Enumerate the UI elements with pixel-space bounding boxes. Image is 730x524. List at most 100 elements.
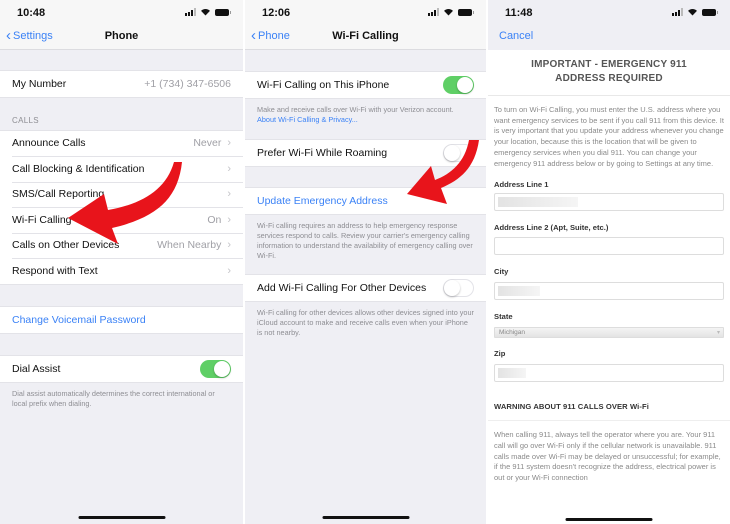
link-label: Update Emergency Address	[257, 195, 388, 207]
home-indicator[interactable]	[565, 518, 653, 521]
row-label: My Number	[12, 77, 67, 90]
nav-bar: Cancel	[488, 24, 730, 50]
dial-assist-note: Dial assist automatically determines the…	[12, 388, 215, 408]
cellular-signal-icon	[672, 8, 683, 16]
settings-row-call-blocking[interactable]: Call Blocking & Identification ›	[0, 156, 243, 182]
chevron-right-icon: ›	[227, 137, 231, 150]
nav-bar: ‹ Phone Wi-Fi Calling	[245, 24, 486, 50]
address2-label: Address Line 2 (Apt, Suite, etc.)	[494, 223, 609, 233]
my-number-row[interactable]: My Number +1 (734) 347-6506	[0, 71, 243, 97]
status-time: 11:48	[505, 7, 533, 19]
link-label: Change Voicemail Password	[12, 313, 146, 326]
cellular-signal-icon	[428, 8, 439, 16]
about-wifi-calling-link[interactable]: About Wi-Fi Calling & Privacy...	[257, 115, 474, 125]
dropdown-caret-icon: ▾	[716, 330, 720, 337]
status-bar: 10:48	[0, 0, 243, 24]
home-indicator[interactable]	[322, 516, 409, 519]
battery-icon	[215, 8, 231, 16]
zip-input[interactable]	[494, 364, 724, 383]
change-voicemail-password-link[interactable]: Change Voicemail Password	[0, 307, 243, 333]
battery-icon	[702, 8, 718, 16]
phone-settings-screen: 10:48 ‹ Settings Phone My Number +1 (734…	[0, 0, 243, 524]
wifi-calling-screen: 12:06 ‹ Phone Wi-Fi Calling Wi-Fi Callin…	[245, 0, 486, 524]
wifi-calling-note: Make and receive calls over Wi-Fi with y…	[245, 99, 486, 125]
row-label: Calls on Other Devices	[12, 239, 120, 252]
prefer-roaming-group: Prefer Wi-Fi While Roaming	[245, 139, 486, 167]
page-title: Wi-Fi Calling	[332, 30, 399, 42]
city-input[interactable]	[494, 282, 724, 301]
row-label: Prefer Wi-Fi While Roaming	[257, 147, 388, 159]
row-value: Never	[193, 137, 222, 150]
state-select[interactable]: Michigan ▾	[494, 327, 724, 339]
row-label: Wi-Fi Calling on This iPhone	[257, 79, 390, 91]
address1-label: Address Line 1	[494, 180, 549, 190]
update-address-note: Wi-Fi calling requires an address to hel…	[257, 221, 473, 260]
intro-text: To turn on Wi-Fi Calling, you must enter…	[494, 105, 724, 168]
calls-group: Announce Calls Never › Call Blocking & I…	[0, 129, 243, 285]
my-number-group: My Number +1 (734) 347-6506	[0, 70, 243, 98]
dial-assist-group: Dial Assist	[0, 354, 243, 383]
city-label: City	[494, 267, 509, 277]
redacted-value	[498, 286, 540, 297]
home-indicator[interactable]	[78, 516, 165, 519]
wifi-calling-iphone-row: Wi-Fi Calling on This iPhone	[245, 72, 486, 98]
settings-row-sms-call-reporting[interactable]: SMS/Call Reporting ›	[0, 181, 243, 208]
row-label: Announce Calls	[12, 137, 86, 150]
warning-heading: WARNING ABOUT 911 CALLS OVER Wi-Fi	[488, 393, 730, 422]
chevron-right-icon: ›	[227, 188, 231, 201]
address1-input[interactable]	[494, 193, 724, 212]
note-text: Make and receive calls over Wi-Fi with y…	[257, 105, 454, 114]
other-devices-group: Add Wi-Fi Calling For Other Devices	[245, 274, 486, 302]
chevron-right-icon: ›	[227, 162, 231, 175]
battery-icon	[458, 8, 474, 16]
dial-assist-row: Dial Assist	[0, 356, 243, 382]
chevron-right-icon: ›	[227, 264, 231, 277]
status-time: 12:06	[262, 7, 291, 19]
prefer-wifi-roaming-toggle[interactable]	[443, 144, 474, 162]
wifi-icon	[688, 8, 697, 16]
state-selected-value: Michigan	[499, 329, 526, 337]
wifi-calling-toggle[interactable]	[443, 76, 474, 94]
other-devices-toggle[interactable]	[443, 279, 474, 297]
zip-label: Zip	[494, 349, 506, 359]
row-label: SMS/Call Reporting	[12, 188, 105, 201]
status-bar: 11:48	[488, 0, 730, 24]
address2-input[interactable]	[494, 237, 724, 256]
chevron-right-icon: ›	[227, 213, 231, 226]
voicemail-group: Change Voicemail Password	[0, 305, 243, 334]
redacted-value	[498, 197, 578, 208]
settings-row-announce-calls[interactable]: Announce Calls Never ›	[0, 131, 243, 157]
page-title: IMPORTANT - EMERGENCY 911 ADDRESS REQUIR…	[488, 50, 730, 96]
settings-row-respond-with-text[interactable]: Respond with Text ›	[0, 258, 243, 284]
wifi-icon	[201, 8, 210, 16]
row-label: Call Blocking & Identification	[12, 162, 145, 175]
row-label: Dial Assist	[12, 362, 61, 375]
redacted-value	[498, 368, 526, 379]
row-label: Add Wi-Fi Calling For Other Devices	[257, 282, 427, 294]
page-title: Phone	[104, 30, 139, 42]
update-emergency-address-link[interactable]: Update Emergency Address	[245, 188, 486, 214]
row-label: Respond with Text	[12, 264, 98, 277]
row-value: When Nearby	[157, 239, 222, 252]
add-wifi-calling-other-devices-row: Add Wi-Fi Calling For Other Devices	[245, 275, 486, 301]
row-label: Wi-Fi Calling	[12, 213, 72, 226]
wifi-calling-group: Wi-Fi Calling on This iPhone	[245, 71, 486, 99]
cancel-button[interactable]: Cancel	[499, 30, 533, 42]
settings-row-wifi-calling[interactable]: Wi-Fi Calling On ›	[0, 207, 243, 233]
status-time: 10:48	[17, 7, 46, 19]
wifi-icon	[444, 8, 453, 16]
row-value: On	[207, 213, 222, 226]
prefer-wifi-roaming-row: Prefer Wi-Fi While Roaming	[245, 140, 486, 166]
nav-bar: ‹ Settings Phone	[0, 24, 243, 50]
dial-assist-toggle[interactable]	[200, 359, 231, 378]
settings-row-calls-other-devices[interactable]: Calls on Other Devices When Nearby ›	[0, 232, 243, 259]
update-address-group: Update Emergency Address	[245, 187, 486, 215]
other-devices-note: Wi-Fi calling for other devices allows o…	[257, 308, 474, 337]
emergency-address-screen: 11:48 Cancel IMPORTANT - EMERGENCY 911 A…	[488, 0, 730, 524]
phone-number-value: +1 (734) 347-6506	[144, 77, 231, 90]
cellular-signal-icon	[185, 8, 196, 16]
chevron-right-icon: ›	[227, 239, 231, 252]
warning-body: When calling 911, always tell the operat…	[494, 430, 721, 483]
section-header-calls: CALLS	[12, 115, 39, 125]
status-bar: 12:06	[245, 0, 486, 24]
